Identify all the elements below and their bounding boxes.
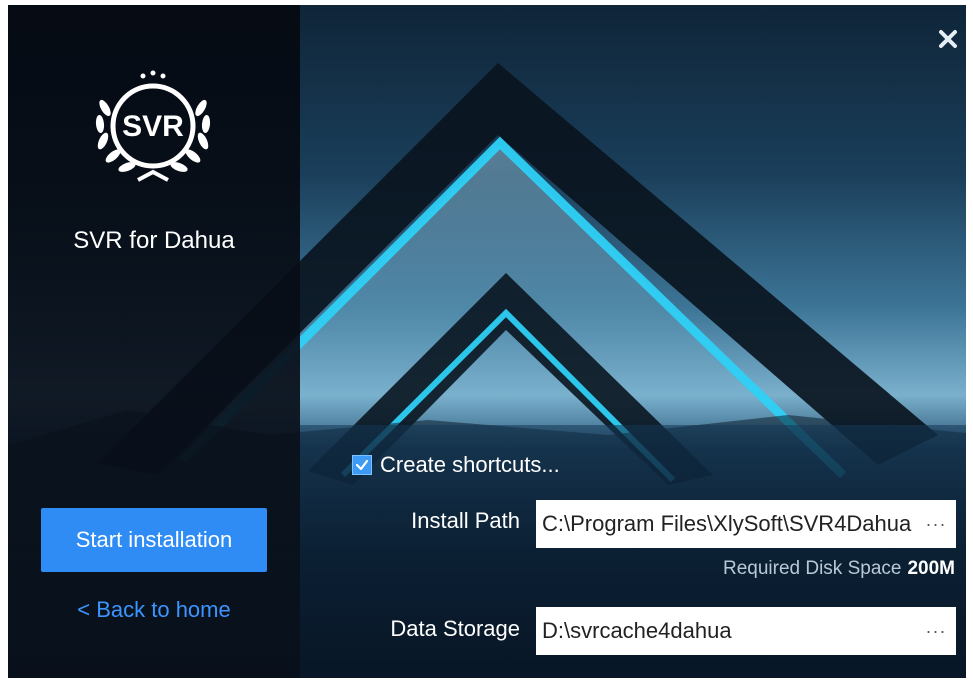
logo-text: SVR xyxy=(122,110,184,143)
svr-logo: SVR xyxy=(95,70,211,182)
installer-window: SVR SVR for Dahua Start installation < B… xyxy=(8,5,966,678)
start-installation-button[interactable]: Start installation xyxy=(41,508,267,572)
install-path-input[interactable] xyxy=(536,511,916,537)
install-path-browse-button[interactable]: ··· xyxy=(916,500,956,548)
data-storage-field: ··· xyxy=(536,607,956,655)
checkmark-icon xyxy=(355,459,369,471)
disk-space-label: Required Disk Space xyxy=(722,558,902,579)
create-shortcuts-checkbox[interactable]: Create shortcuts... xyxy=(352,451,560,479)
close-button[interactable] xyxy=(934,25,962,53)
install-path-label: Install Path xyxy=(411,508,520,533)
checkbox[interactable] xyxy=(352,455,372,475)
data-storage-browse-button[interactable]: ··· xyxy=(916,607,956,655)
disk-space-value: 200M xyxy=(907,558,955,579)
data-storage-input[interactable] xyxy=(536,618,916,644)
back-to-home-link[interactable]: < Back to home xyxy=(8,597,300,623)
install-path-field: ··· xyxy=(536,500,956,548)
close-icon xyxy=(939,30,957,48)
create-shortcuts-label: Create shortcuts... xyxy=(380,452,560,477)
app-name: SVR for Dahua xyxy=(73,227,235,254)
data-storage-label: Data Storage xyxy=(390,616,520,641)
sidebar: SVR SVR for Dahua Start installation < B… xyxy=(8,5,300,678)
required-disk-space: Required Disk Space 200M xyxy=(723,558,955,580)
